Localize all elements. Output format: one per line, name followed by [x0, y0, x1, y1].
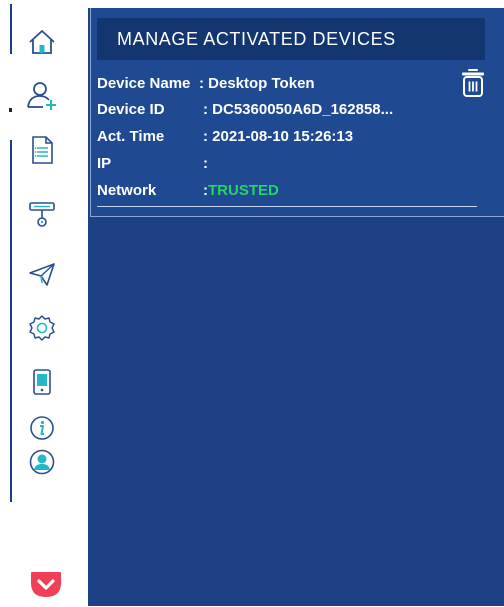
device-name-row: Device Name : Desktop Token	[97, 73, 315, 95]
home-icon[interactable]	[24, 24, 60, 60]
token-key-icon[interactable]	[24, 196, 60, 232]
ip-label: IP	[97, 155, 112, 172]
settings-icon[interactable]	[24, 310, 60, 346]
send-icon[interactable]	[24, 256, 60, 292]
trash-icon[interactable]	[459, 66, 487, 100]
activation-time-row: Act. Time : 2021-08-10 15:26:13	[97, 126, 353, 148]
main-top-strip	[88, 0, 504, 8]
pocket-icon[interactable]	[28, 566, 64, 602]
sidebar-edge-line	[10, 4, 12, 54]
document-icon[interactable]	[24, 132, 60, 168]
page-title-text: MANAGE ACTIVATED DEVICES	[117, 28, 396, 49]
activation-time-value: : 2021-08-10 15:26:13	[203, 128, 354, 145]
network-label: Network	[97, 182, 157, 199]
sidebar-edge-line	[10, 140, 12, 502]
device-name-label: Device Name	[97, 75, 191, 92]
mobile-device-icon[interactable]	[24, 364, 60, 400]
info-icon[interactable]	[24, 410, 60, 446]
activation-time-label: Act. Time	[97, 128, 165, 145]
network-row: Network:TRUSTED	[97, 180, 279, 202]
network-status: TRUSTED	[208, 182, 279, 199]
device-name-value: : Desktop Token	[199, 75, 315, 92]
device-id-label: Device ID	[97, 101, 165, 118]
sidebar	[0, 0, 88, 606]
device-id-row: Device ID : DC5360050A6D_162858...	[97, 99, 393, 121]
user-profile-icon[interactable]	[24, 444, 60, 480]
sidebar-edge-tick	[9, 108, 12, 112]
device-card: MANAGE ACTIVATED DEVICES Device Name: De…	[90, 8, 504, 217]
device-id-value: : DC5360050A6D_162858...	[203, 101, 394, 118]
divider	[97, 206, 477, 207]
ip-value: :	[203, 155, 208, 172]
add-user-icon[interactable]	[24, 78, 60, 114]
main-panel: MANAGE ACTIVATED DEVICES Device Name: De…	[88, 0, 504, 606]
page-title: MANAGE ACTIVATED DEVICES	[97, 18, 485, 60]
ip-row: IP:	[97, 153, 208, 175]
